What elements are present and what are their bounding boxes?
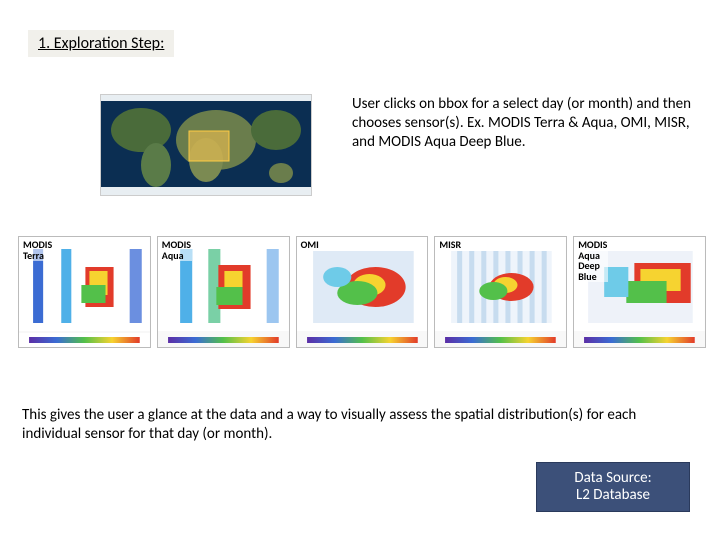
sensor-thumb-omi: OMI (296, 236, 429, 348)
sensor-label: MODIS Terra (22, 240, 53, 261)
world-map-thumbnail (100, 94, 312, 196)
sensor-thumb-modis-terra: MODIS Terra (18, 236, 151, 348)
data-source-badge: Data Source: L2 Database (536, 462, 690, 512)
sensor-label: MODIS Aqua Deep Blue (577, 240, 608, 282)
outro-text: This gives the user a glance at the data… (22, 406, 698, 444)
sensor-label: OMI (300, 240, 320, 251)
intro-text: User clicks on bbox for a select day (or… (352, 95, 692, 151)
sensor-thumb-misr: MISR (434, 236, 567, 348)
badge-line1: Data Source: (574, 469, 651, 487)
badge-line2: L2 Database (576, 486, 650, 504)
sensor-thumb-modis-aqua-deep-blue: MODIS Aqua Deep Blue (573, 236, 706, 348)
step-title: 1. Exploration Step: (28, 30, 174, 57)
sensor-label: MODIS Aqua (161, 240, 192, 261)
sensor-label: MISR (438, 240, 462, 251)
sensor-thumb-modis-aqua: MODIS Aqua (157, 236, 290, 348)
sensor-row: MODIS Terra MODIS Aqua OMI (18, 236, 706, 348)
